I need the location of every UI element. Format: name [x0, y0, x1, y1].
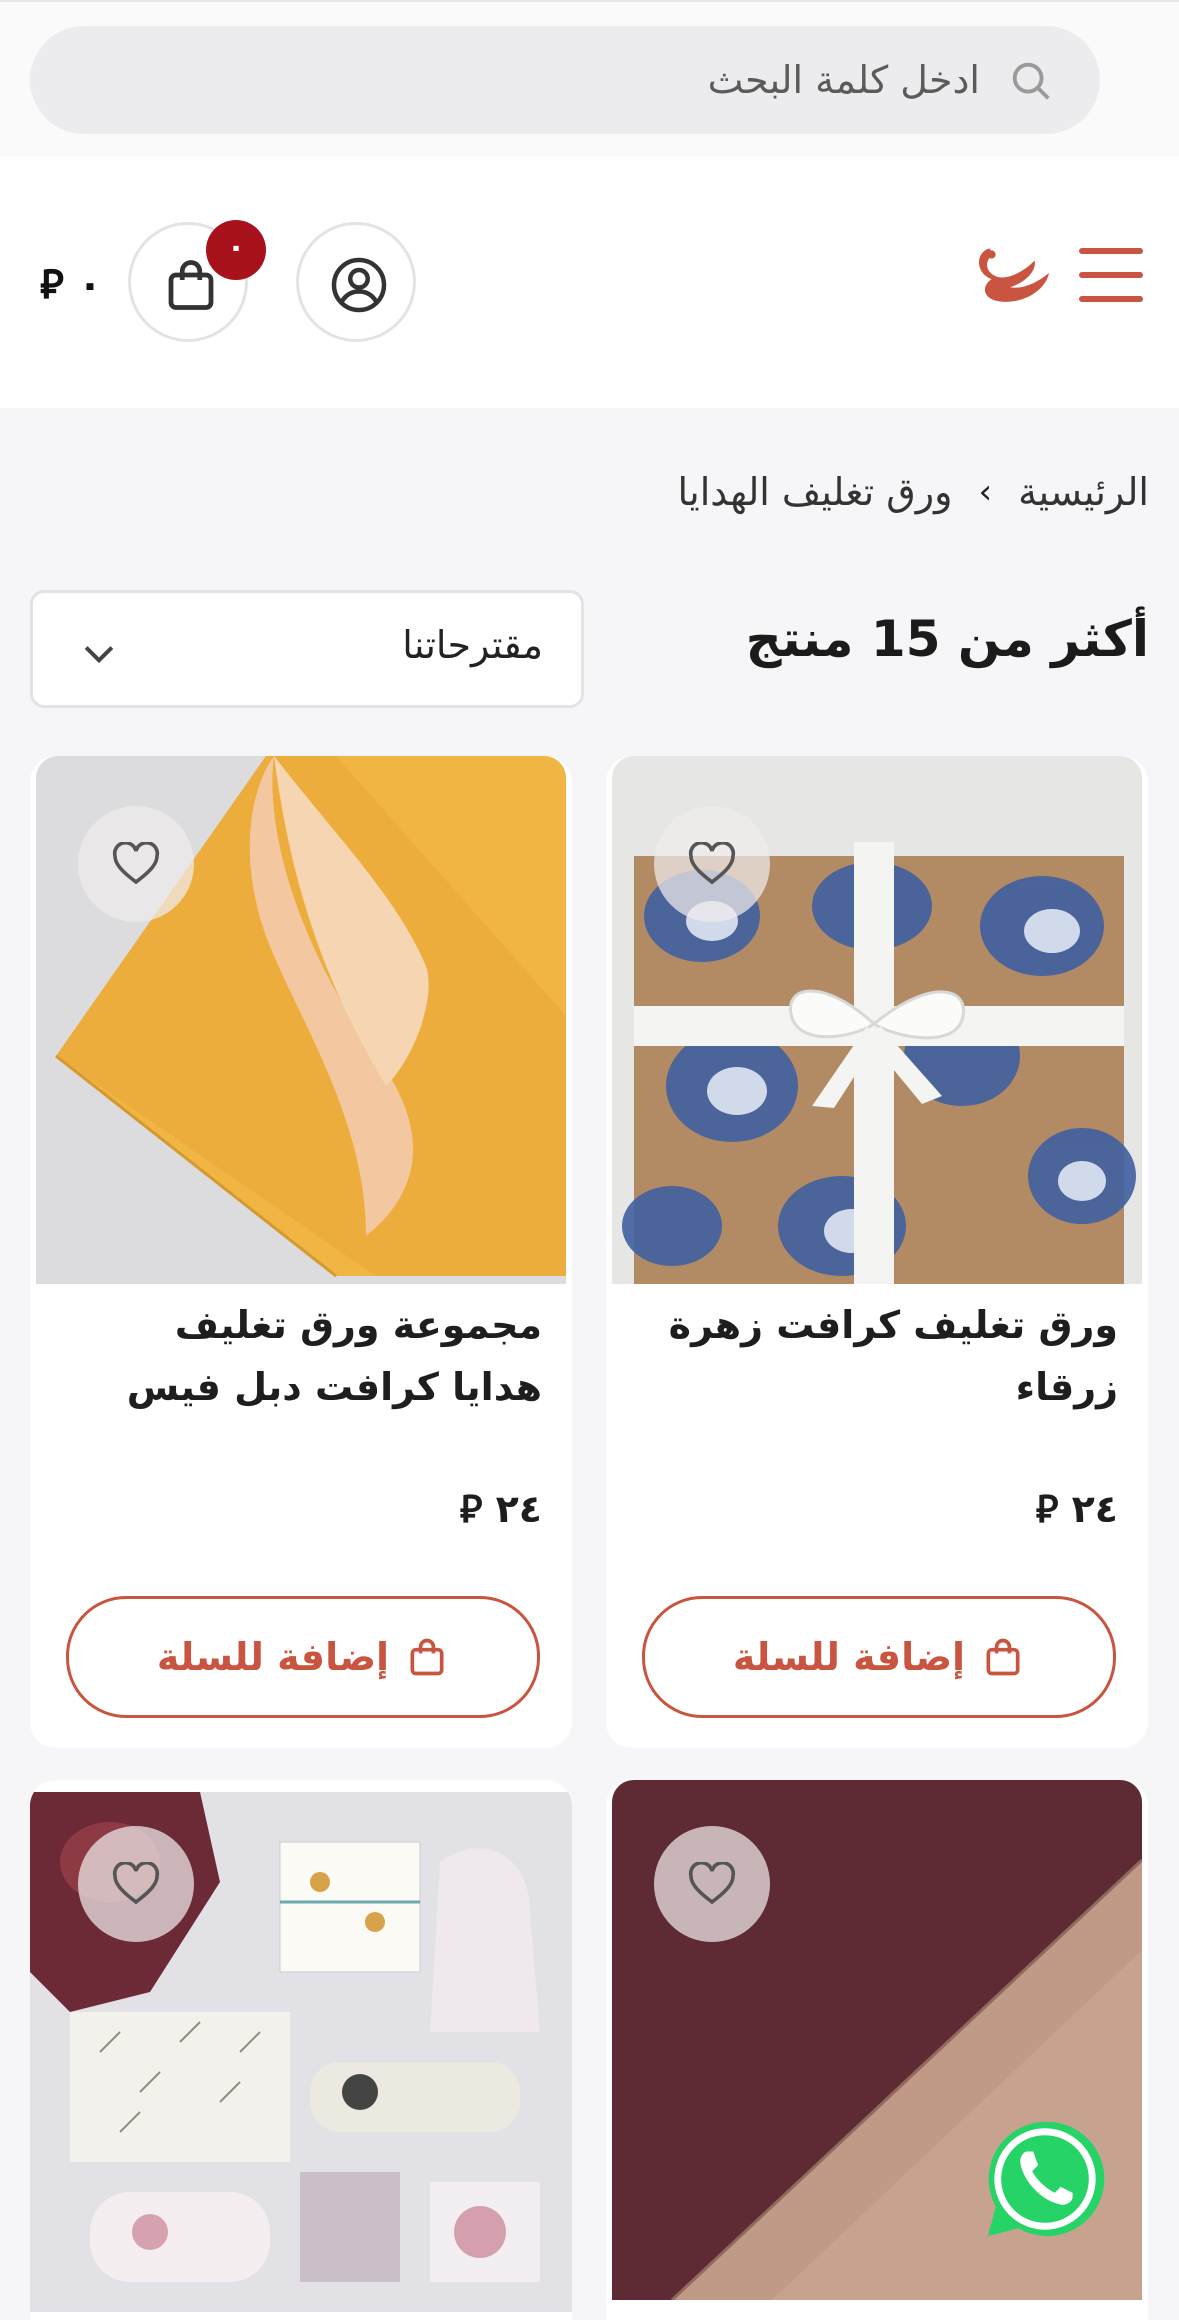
cart-total: ٠ ⃁: [40, 262, 103, 308]
account-button[interactable]: [296, 222, 416, 342]
favorite-button[interactable]: [654, 1826, 770, 1942]
search-bar-area: [0, 0, 1179, 156]
product-price: ٢٤ ⃁: [1035, 1487, 1118, 1531]
site-header: ٠ ٠ ⃁: [0, 156, 1179, 408]
breadcrumb-home[interactable]: الرئيسية: [1018, 470, 1149, 514]
heart-icon: [688, 1862, 736, 1905]
product-card[interactable]: ورق تغليف كرافت زهرة زرقاء ٢٤ ⃁ إضافة لل…: [606, 756, 1148, 1748]
product-name[interactable]: ورق تغليف كرافت زهرة زرقاء: [648, 1294, 1118, 1418]
favorite-button[interactable]: [78, 806, 194, 922]
heart-icon: [112, 842, 160, 885]
heart-icon: [688, 842, 736, 885]
search-input[interactable]: [220, 48, 980, 112]
bag-icon: [410, 1638, 444, 1676]
sort-selected-value: مقترحاتنا: [402, 623, 543, 667]
breadcrumb: الرئيسية › ورق تغليف الهدايا: [678, 470, 1149, 514]
product-count-title: أكثر من 15 منتج: [745, 610, 1149, 668]
whatsapp-icon[interactable]: [982, 2116, 1108, 2242]
logo-icon[interactable]: [969, 242, 1051, 308]
product-card[interactable]: [30, 1780, 572, 2320]
search-bar[interactable]: [30, 26, 1100, 134]
search-icon: [1012, 62, 1050, 100]
add-to-cart-button[interactable]: إضافة للسلة: [66, 1596, 540, 1718]
add-to-cart-label: إضافة للسلة: [156, 1635, 390, 1679]
cart-count-badge: ٠: [206, 220, 266, 280]
breadcrumb-current: ورق تغليف الهدايا: [677, 470, 953, 514]
chevron-down-icon: [84, 646, 114, 664]
sort-select[interactable]: مقترحاتنا: [30, 590, 584, 708]
favorite-button[interactable]: [654, 806, 770, 922]
product-price: ٢٤ ⃁: [459, 1487, 542, 1531]
favorite-button[interactable]: [78, 1826, 194, 1942]
breadcrumb-separator: ›: [978, 472, 993, 512]
heart-icon: [112, 1862, 160, 1905]
bag-icon: [986, 1638, 1020, 1676]
product-name[interactable]: مجموعة ورق تغليف هدايا كرافت دبل فيس: [72, 1294, 542, 1418]
product-card[interactable]: مجموعة ورق تغليف هدايا كرافت دبل فيس ٢٤ …: [30, 756, 572, 1748]
add-to-cart-label: إضافة للسلة: [732, 1635, 966, 1679]
add-to-cart-button[interactable]: إضافة للسلة: [642, 1596, 1116, 1718]
user-icon: [331, 257, 387, 313]
menu-icon[interactable]: [1079, 248, 1143, 308]
